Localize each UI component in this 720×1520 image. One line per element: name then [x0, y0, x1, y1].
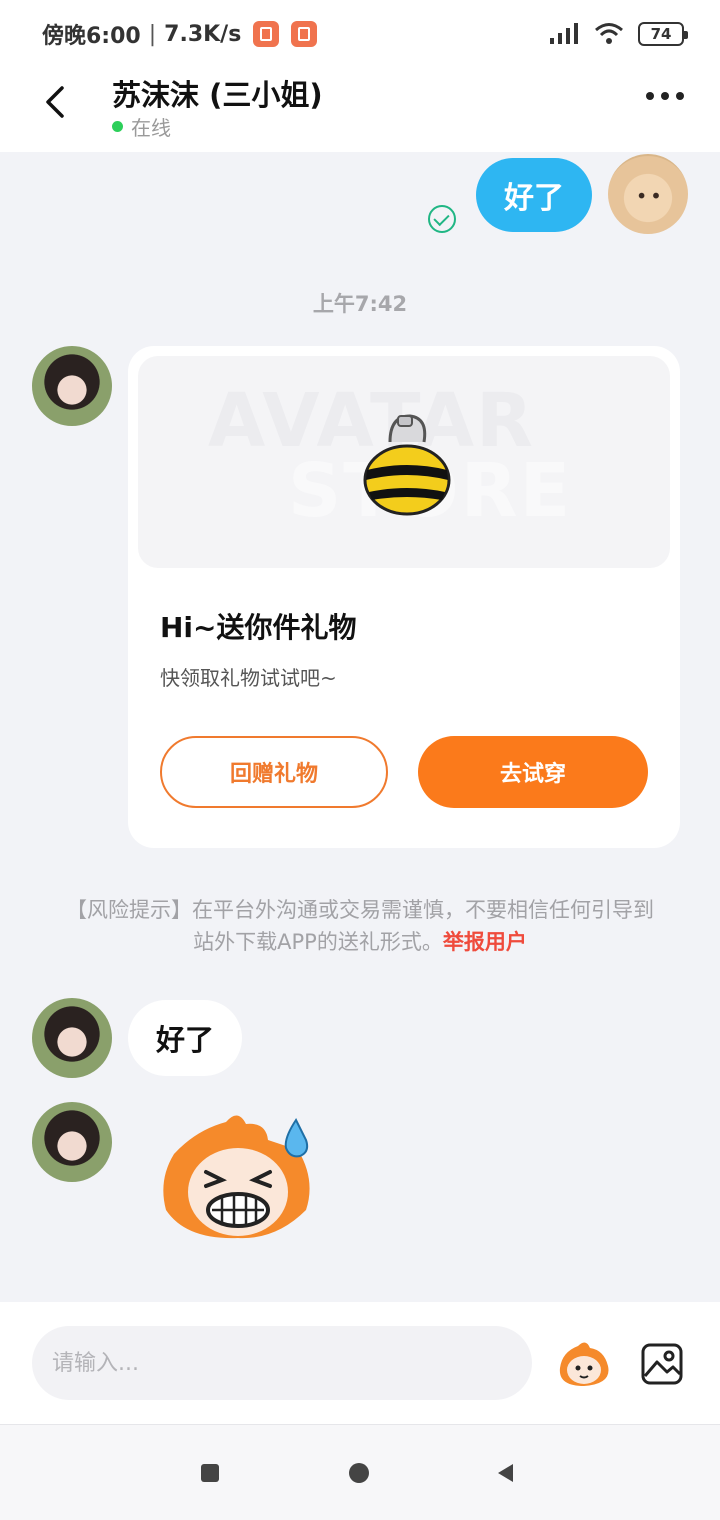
battery-level: 74	[650, 25, 672, 43]
check-circle-icon	[428, 205, 456, 233]
contact-name[interactable]: 苏沫沫 (三小姐)	[112, 72, 323, 114]
online-dot-icon	[112, 121, 123, 132]
message-list[interactable]: 好了 上午7:42 AVATAR STORE Hi~送你件礼物 快领取礼物试试吧…	[0, 152, 720, 1302]
message-input[interactable]	[32, 1326, 532, 1400]
notification-icon	[291, 21, 318, 47]
chat-header: 苏沫沫 (三小姐) 在线	[0, 68, 720, 152]
notification-icon	[253, 21, 280, 47]
online-status-text: 在线	[131, 116, 171, 140]
outgoing-message-bubble[interactable]: 好了	[476, 158, 592, 232]
incoming-message-bubble[interactable]: 好了	[128, 1000, 243, 1076]
nervous-sticker[interactable]	[156, 1110, 320, 1242]
home-icon[interactable]	[349, 1463, 369, 1483]
wifi-icon	[595, 23, 623, 44]
online-status: 在线	[112, 112, 171, 141]
gift-image: AVATAR STORE	[138, 356, 670, 568]
more-icon[interactable]	[646, 92, 684, 100]
input-bar	[0, 1302, 720, 1424]
gift-subtitle: 快领取礼物试试吧~	[160, 666, 337, 690]
message-timestamp: 上午7:42	[312, 292, 408, 316]
status-right: 74	[548, 22, 688, 46]
contact-avatar[interactable]	[32, 998, 112, 1078]
signal-icon	[550, 23, 578, 44]
back-icon[interactable]	[498, 1464, 513, 1482]
bee-bag-icon	[363, 414, 451, 516]
back-arrow-icon[interactable]	[36, 82, 76, 122]
network-speed: 7.3K/s	[164, 21, 242, 47]
risk-notice-text: 【风险提示】在平台外沟通或交易需谨慎，不要相信任何引导到站外下载APP的送礼形式…	[66, 898, 654, 954]
report-user-link[interactable]: 举报用户	[443, 930, 527, 954]
status-bar: 傍晚6:00 | 7.3K/s 74	[0, 0, 720, 68]
status-separator: |	[148, 21, 157, 47]
try-on-button[interactable]: 去试穿	[418, 736, 648, 808]
system-nav-bar	[0, 1424, 720, 1520]
gift-card[interactable]: AVATAR STORE Hi~送你件礼物 快领取礼物试试吧~ 回赠礼物 去试穿	[128, 346, 680, 848]
status-left: 傍晚6:00 | 7.3K/s	[42, 18, 318, 50]
emoji-sticker-icon[interactable]	[556, 1340, 612, 1388]
risk-notice: 【风险提示】在平台外沟通或交易需谨慎，不要相信任何引导到站外下载APP的送礼形式…	[60, 894, 660, 958]
gift-title: Hi~送你件礼物	[160, 611, 357, 644]
recents-icon[interactable]	[201, 1464, 219, 1482]
contact-avatar[interactable]	[32, 346, 112, 426]
battery-icon: 74	[638, 22, 688, 46]
my-avatar[interactable]	[608, 154, 688, 234]
chat-screen: 傍晚6:00 | 7.3K/s 74 苏沫沫 (三小姐) 在线 好了 上午7:4…	[0, 0, 720, 1520]
return-gift-button[interactable]: 回赠礼物	[160, 736, 388, 808]
contact-avatar[interactable]	[32, 1102, 112, 1182]
status-time: 傍晚6:00	[42, 24, 141, 49]
image-icon[interactable]	[640, 1342, 684, 1386]
